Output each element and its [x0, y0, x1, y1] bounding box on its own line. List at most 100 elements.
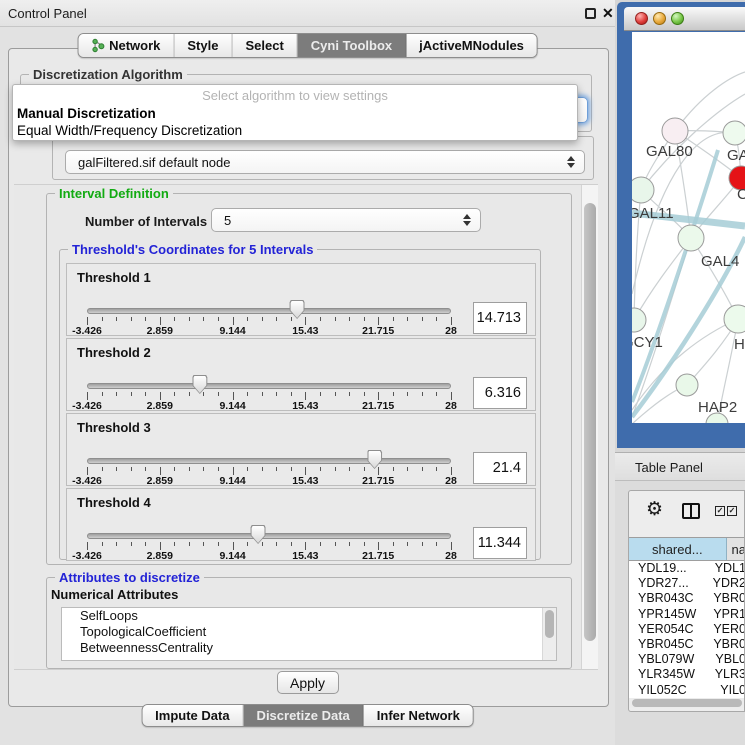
- tab-impute-data[interactable]: Impute Data: [142, 705, 243, 726]
- window-close-button[interactable]: [635, 12, 648, 25]
- table-row[interactable]: YBL079WYBL0: [629, 652, 745, 667]
- threshold-slider[interactable]: -3.4262.8599.14415.4321.71528: [87, 489, 451, 562]
- table-row[interactable]: YBR045CYBR0: [629, 637, 745, 652]
- stepper-icon: [567, 156, 575, 168]
- network-node-gcy1[interactable]: [632, 308, 646, 332]
- num-intervals-combo[interactable]: 5: [211, 208, 481, 232]
- cell-name: YLR3: [711, 667, 745, 682]
- tab-label: Select: [245, 38, 283, 53]
- numerical-attributes-label: Numerical Attributes: [51, 587, 178, 602]
- stepper-icon: [463, 214, 471, 226]
- attributes-list[interactable]: SelfLoopsTopologicalCoefficientBetweenne…: [61, 607, 557, 661]
- checkbox-icons[interactable]: ✓✓: [715, 506, 737, 516]
- threshold-slider[interactable]: -3.4262.8599.14415.4321.71528: [87, 264, 451, 337]
- tab-select[interactable]: Select: [232, 34, 297, 57]
- tab-label: Infer Network: [377, 708, 460, 723]
- cell-name: YBR0: [709, 637, 745, 652]
- thresholds-groupbox: Threshold's Coordinates for 5 Intervals …: [59, 249, 541, 560]
- attributes-group-label: Attributes to discretize: [55, 570, 204, 585]
- tab-style[interactable]: Style: [174, 34, 232, 57]
- slider-track[interactable]: [87, 458, 451, 464]
- window-zoom-button[interactable]: [671, 12, 684, 25]
- network-canvas[interactable]: GAL80GACGAL11GAL4GCY1HHAP2: [632, 32, 745, 423]
- slider-track[interactable]: [87, 308, 451, 314]
- network-node-gal11[interactable]: [632, 177, 654, 203]
- threshold-slider[interactable]: -3.4262.8599.14415.4321.71528: [87, 339, 451, 412]
- cell-name: YER0: [709, 622, 745, 637]
- attribute-item-betweennesscentrality[interactable]: BetweennessCentrality: [62, 640, 556, 656]
- slider-tick-labels: -3.4262.8599.14415.4321.71528: [87, 475, 451, 487]
- table-horizontal-scrollbar[interactable]: [629, 698, 745, 708]
- attribute-item-topologicalcoefficient[interactable]: TopologicalCoefficient: [62, 624, 556, 640]
- node-table: shared... na YDL19...YDL1YDR27...YDR2YBR…: [629, 537, 745, 698]
- table-row[interactable]: YLR345WYLR3: [629, 667, 745, 682]
- slider-ticks: [87, 467, 451, 475]
- table-row[interactable]: YIL052CYIL0: [629, 683, 745, 698]
- close-icon[interactable]: ✕: [602, 5, 614, 22]
- app-screen: Control Panel ✕ NetworkStyle Select Cyni T…: [0, 0, 745, 745]
- network-node-hap2[interactable]: [676, 374, 698, 396]
- control-panel: Control Panel ✕ NetworkStyle Select Cyni T…: [0, 0, 615, 745]
- bottom-tab-bar: Impute DataDiscretize Data Infer Network: [141, 704, 474, 727]
- threshold-value-field[interactable]: 21.4: [473, 452, 527, 484]
- cell-shared-name: YIL052C: [629, 683, 716, 698]
- algorithm-dropdown-popup: Select algorithm to view settings Manual…: [12, 84, 578, 141]
- column-header-name[interactable]: na: [727, 538, 745, 560]
- tab-jactivemnodules[interactable]: jActiveMNodules: [406, 34, 537, 57]
- table-row[interactable]: YBR043CYBR0: [629, 591, 745, 606]
- threshold-panel: Threshold 4-3.4262.8599.14415.4321.71528…: [66, 488, 536, 561]
- tab-infer-network[interactable]: Infer Network: [364, 705, 473, 726]
- threshold-value-field[interactable]: 6.316: [473, 377, 527, 409]
- algorithm-option-equal-width-frequency-discretization[interactable]: Equal Width/Frequency Discretization: [13, 122, 577, 139]
- slider-ticks: [87, 542, 451, 550]
- table-row[interactable]: YPR145WYPR1: [629, 607, 745, 622]
- table-row[interactable]: YDR27...YDR2: [629, 576, 745, 591]
- float-window-icon[interactable]: [585, 8, 596, 19]
- cell-shared-name: YBR045C: [629, 637, 709, 652]
- node-label: H: [734, 336, 745, 353]
- cell-name: YDR2: [709, 576, 745, 591]
- attributes-list-scrollbar[interactable]: [542, 608, 556, 660]
- threshold-panel: Threshold 3-3.4262.8599.14415.4321.71528…: [66, 413, 536, 486]
- attribute-item-selfloops[interactable]: SelfLoops: [62, 608, 556, 624]
- table-row[interactable]: YER054CYER0: [629, 622, 745, 637]
- columns-icon[interactable]: [682, 503, 700, 519]
- table-data-combo-value: galFiltered.sif default node: [78, 155, 230, 170]
- node-label: GA: [727, 147, 745, 164]
- network-node-gal4[interactable]: [678, 225, 704, 251]
- table-data-combo[interactable]: galFiltered.sif default node: [65, 150, 585, 174]
- control-panel-title: Control Panel: [8, 6, 87, 21]
- tab-network[interactable]: Network: [78, 34, 174, 57]
- window-minimize-button[interactable]: [653, 12, 666, 25]
- table-row[interactable]: YDL19...YDL1: [629, 561, 745, 576]
- settings-vertical-scrollbar[interactable]: [581, 185, 598, 669]
- slider-track[interactable]: [87, 383, 451, 389]
- network-node-ga[interactable]: [723, 121, 745, 145]
- slider-track[interactable]: [87, 533, 451, 539]
- tab-label: jActiveMNodules: [419, 38, 524, 53]
- apply-button[interactable]: Apply: [277, 671, 339, 694]
- network-node-h[interactable]: [724, 305, 745, 333]
- table-data-groupbox: Table Data galFiltered.sif default node: [52, 136, 594, 180]
- tab-cyni-toolbox[interactable]: Cyni Toolbox: [298, 34, 406, 57]
- network-node-gal80[interactable]: [662, 118, 688, 144]
- threshold-slider[interactable]: -3.4262.8599.14415.4321.71528: [87, 414, 451, 487]
- tab-discretize-data[interactable]: Discretize Data: [244, 705, 364, 726]
- node-label: GAL11: [632, 205, 674, 222]
- control-panel-titlebar: Control Panel ✕: [0, 0, 615, 27]
- threshold-panel: Threshold 1-3.4262.8599.14415.4321.71528…: [66, 263, 536, 336]
- node-label: GAL80: [646, 143, 693, 160]
- cell-shared-name: YDR27...: [629, 576, 709, 591]
- right-side: GAL80GACGAL11GAL4GCY1HHAP2 Table Panel ⚙…: [615, 0, 745, 745]
- top-tab-bar: NetworkStyle Select Cyni Toolbox jActiveMNo…: [77, 33, 538, 58]
- column-header-shared-name[interactable]: shared...: [629, 538, 727, 560]
- threshold-value-field[interactable]: 14.713: [473, 302, 527, 334]
- threshold-value-field[interactable]: 11.344: [473, 527, 527, 559]
- algorithm-option-manual-discretization[interactable]: Manual Discretization: [13, 105, 577, 122]
- cell-name: YIL0: [716, 683, 745, 698]
- thresholds-group-label: Threshold's Coordinates for 5 Intervals: [68, 242, 317, 257]
- table-panel-container: ⚙ ✓✓ shared... na YDL19...YDL1YDR27...YD…: [628, 490, 745, 712]
- slider-ticks: [87, 317, 451, 325]
- gear-icon[interactable]: ⚙: [646, 498, 663, 520]
- network-graph[interactable]: GAL80GACGAL11GAL4GCY1HHAP2: [632, 32, 745, 423]
